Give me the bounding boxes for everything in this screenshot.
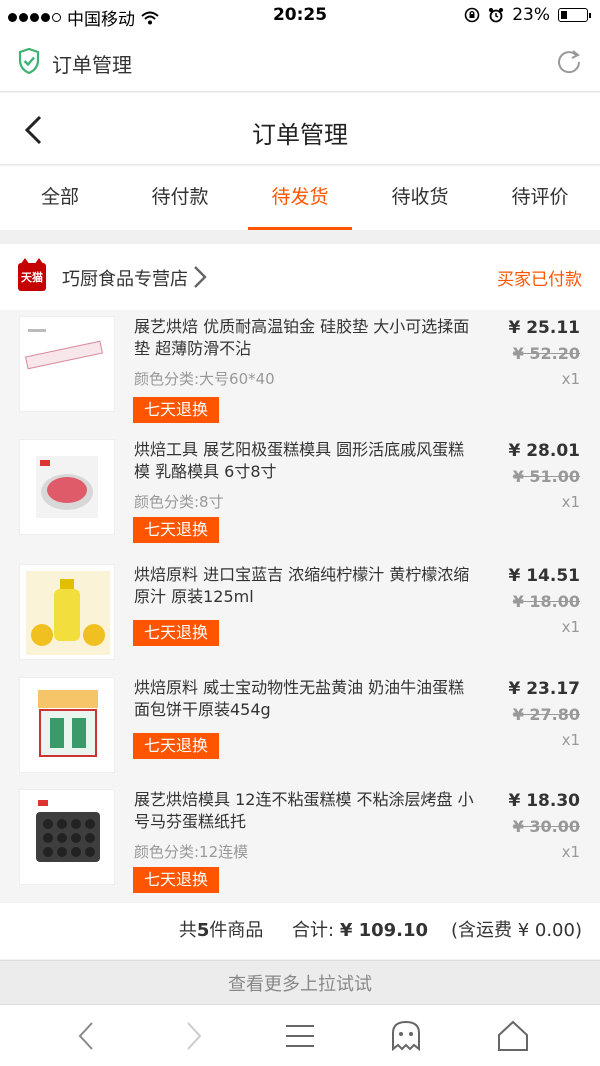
tab-all[interactable]: 全部 <box>0 166 120 230</box>
browser-title: 订单管理 <box>52 53 132 77</box>
home-icon[interactable] <box>496 1019 530 1053</box>
order-status: 买家已付款 <box>497 270 582 290</box>
shop-row[interactable]: 天猫 巧厨食品专营店 买家已付款 <box>0 244 600 310</box>
nav-header: 订单管理 <box>0 93 600 165</box>
original-price: ¥ 30.00 <box>512 817 580 836</box>
list-item[interactable]: 烘焙原料 威士宝动物性无盐黄油 奶油牛油蛋糕面包饼干原装454g 七天退换 ¥ … <box>0 671 600 783</box>
product-price: ¥ 14.51 <box>508 566 580 586</box>
product-price: ¥ 25.11 <box>508 318 580 338</box>
product-image[interactable] <box>19 316 115 412</box>
seven-day-return-badge: 七天退换 <box>133 733 219 759</box>
product-title[interactable]: 烘焙工具 展艺阳极蛋糕模具 圆形活底戚风蛋糕模 乳酪模具 6寸8寸 <box>134 439 474 483</box>
product-title[interactable]: 烘焙原料 进口宝蓝吉 浓缩纯柠檬汁 黄柠檬浓缩原汁 原装125ml <box>134 564 474 608</box>
browser-bar: 订单管理 <box>0 32 600 92</box>
original-price: ¥ 51.00 <box>512 467 580 486</box>
product-title[interactable]: 展艺烘焙模具 12连不粘蛋糕模 不粘涂层烤盘 小号马芬蛋糕纸托 <box>134 789 474 833</box>
order-tabs: 全部 待付款 待发货 待收货 待评价 <box>0 166 600 230</box>
product-sku: 颜色分类:12连模 <box>134 843 249 861</box>
seven-day-return-badge: 七天退换 <box>133 397 219 423</box>
forward-icon[interactable] <box>176 1019 210 1053</box>
alarm-icon <box>489 8 504 23</box>
quantity: x1 <box>561 370 580 388</box>
quantity: x1 <box>561 493 580 511</box>
tab-pending-payment[interactable]: 待付款 <box>120 166 240 230</box>
ghost-icon[interactable] <box>389 1019 423 1053</box>
shield-icon <box>18 48 40 74</box>
product-title[interactable]: 烘焙原料 威士宝动物性无盐黄油 奶油牛油蛋糕面包饼干原装454g <box>134 677 474 721</box>
original-price: ¥ 27.80 <box>512 705 580 724</box>
rotation-lock-icon <box>464 7 480 23</box>
battery-icon <box>558 8 591 22</box>
tab-pending-review[interactable]: 待评价 <box>480 166 600 230</box>
product-image[interactable] <box>19 439 115 535</box>
product-price: ¥ 23.17 <box>508 679 580 699</box>
seven-day-return-badge: 七天退换 <box>133 517 219 543</box>
quantity: x1 <box>561 618 580 636</box>
product-sku: 颜色分类:大号60*40 <box>134 370 275 388</box>
product-price: ¥ 18.30 <box>508 791 580 811</box>
list-item[interactable]: 烘焙工具 展艺阳极蛋糕模具 圆形活底戚风蛋糕模 乳酪模具 6寸8寸 颜色分类:8… <box>0 433 600 545</box>
product-price: ¥ 28.01 <box>508 441 580 461</box>
page-title: 订单管理 <box>252 121 348 149</box>
back-icon[interactable] <box>70 1019 104 1053</box>
product-title[interactable]: 展艺烘焙 优质耐高温铂金 硅胶垫 大小可选揉面垫 超薄防滑不沾 <box>134 316 474 360</box>
load-more-hint[interactable]: 查看更多上拉试试 <box>0 960 600 1004</box>
section-divider <box>0 230 600 244</box>
item-count: 5 <box>196 920 210 941</box>
total-label: 合计: <box>292 920 335 941</box>
seven-day-return-badge: 七天退换 <box>133 620 219 646</box>
product-image[interactable] <box>19 564 115 660</box>
order-summary: 共5件商品 合计: ¥ 109.10 (含运费 ¥ 0.00) <box>0 903 600 959</box>
quantity: x1 <box>561 731 580 749</box>
chevron-right-icon[interactable] <box>192 264 208 290</box>
status-right: 23% <box>464 5 591 25</box>
tab-pending-shipment[interactable]: 待发货 <box>240 166 360 230</box>
battery-percent: 23% <box>512 5 550 25</box>
product-image[interactable] <box>19 677 115 773</box>
shop-name[interactable]: 巧厨食品专营店 <box>62 265 188 291</box>
product-sku: 颜色分类:8寸 <box>134 493 224 511</box>
item-count-suffix: 件商品 <box>209 920 264 941</box>
product-image[interactable] <box>19 789 115 885</box>
menu-icon[interactable] <box>283 1019 317 1053</box>
battery-fill <box>561 11 567 19</box>
original-price: ¥ 52.20 <box>512 344 580 363</box>
quantity: x1 <box>561 843 580 861</box>
refresh-icon[interactable] <box>554 47 584 77</box>
status-bar: 中国移动 20:25 23% <box>0 0 600 32</box>
tmall-badge-icon: 天猫 <box>18 258 46 291</box>
list-item[interactable]: 展艺烘焙模具 12连不粘蛋糕模 不粘涂层烤盘 小号马芬蛋糕纸托 颜色分类:12连… <box>0 783 600 895</box>
bottom-toolbar <box>0 1004 600 1066</box>
list-item[interactable]: 烘焙原料 进口宝蓝吉 浓缩纯柠檬汁 黄柠檬浓缩原汁 原装125ml 七天退换 ¥… <box>0 558 600 670</box>
item-count-prefix: 共 <box>178 920 197 941</box>
tab-pending-receipt[interactable]: 待收货 <box>360 166 480 230</box>
list-item[interactable]: 展艺烘焙 优质耐高温铂金 硅胶垫 大小可选揉面垫 超薄防滑不沾 颜色分类:大号6… <box>0 310 600 423</box>
seven-day-return-badge: 七天退换 <box>133 867 219 893</box>
original-price: ¥ 18.00 <box>512 592 580 611</box>
shipping-fee: (含运费 ¥ 0.00) <box>450 920 582 941</box>
order-items: 展艺烘焙 优质耐高温铂金 硅胶垫 大小可选揉面垫 超薄防滑不沾 颜色分类:大号6… <box>0 310 600 902</box>
total-amount: ¥ 109.10 <box>339 920 429 941</box>
